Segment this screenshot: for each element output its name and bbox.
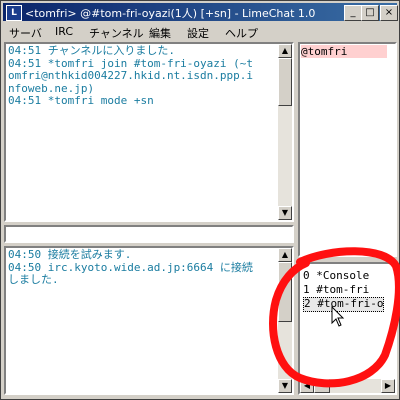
scroll-thumb[interactable]: [278, 58, 292, 106]
scroll-up-icon[interactable]: ▲: [278, 248, 292, 262]
log-line: omfri@nthkid004227.hkid.nt.isdn.ppp.i: [8, 69, 254, 82]
scroll-down-icon[interactable]: ▼: [278, 379, 292, 393]
limechat-app-icon[interactable]: L: [6, 5, 22, 21]
console-log-scrollbar[interactable]: ▲ ▼: [278, 248, 292, 393]
scroll-thumb[interactable]: [278, 262, 292, 322]
channel-log-scrollbar[interactable]: ▲ ▼: [278, 44, 292, 220]
mouse-cursor-icon: [331, 306, 345, 327]
message-input-frame: [4, 225, 294, 243]
member-list-pane[interactable]: @tomfri: [298, 42, 397, 257]
channel-list-hscrollbar[interactable]: ◀ ▶: [300, 379, 395, 393]
console-log: 04:50 接続を試みます. 04:50 irc.kyoto.wide.ad.j…: [6, 248, 292, 288]
log-line: 04:51 チャンネルに入りました.: [8, 44, 176, 57]
menu-help[interactable]: ヘルプ: [225, 25, 258, 41]
scroll-down-icon[interactable]: ▼: [278, 206, 292, 220]
window-title: <tomfri> @#tom-fri-oyazi(1人) [+sn] - Lim…: [25, 7, 316, 20]
app-window: L <tomfri> @#tom-fri-oyazi(1人) [+sn] - L…: [0, 0, 400, 400]
channel-log-pane[interactable]: 04:51 チャンネルに入りました. 04:51 *tomfri join #t…: [4, 42, 294, 222]
maximize-button[interactable]: □: [361, 5, 379, 21]
title-bar[interactable]: L <tomfri> @#tom-fri-oyazi(1人) [+sn] - L…: [3, 3, 398, 21]
scroll-right-icon[interactable]: ▶: [381, 379, 395, 393]
scroll-thumb[interactable]: [314, 379, 330, 393]
log-line: しました.: [8, 273, 59, 286]
log-line: 04:51 *tomfri mode +sn: [8, 94, 154, 107]
menu-irc[interactable]: IRC: [55, 25, 73, 38]
close-button[interactable]: ×: [380, 5, 398, 21]
scroll-up-icon[interactable]: ▲: [278, 44, 292, 58]
menu-settings[interactable]: 設定: [187, 25, 209, 41]
minimize-button[interactable]: _: [344, 5, 362, 21]
menu-edit[interactable]: 編集: [149, 25, 171, 41]
channel-list-pane[interactable]: 0 *Console 1 #tom-fri 2 #tom-fri-o ◀ ▶: [298, 262, 397, 395]
menu-channel[interactable]: チャンネル: [89, 25, 144, 41]
scroll-left-icon[interactable]: ◀: [300, 379, 314, 393]
channel-item-console[interactable]: 0 *Console: [303, 269, 369, 283]
message-input[interactable]: [6, 227, 292, 241]
menu-server[interactable]: サーバ: [9, 25, 42, 41]
menu-bar: サーバ IRC チャンネル 編集 設定 ヘルプ: [3, 22, 397, 40]
console-log-pane[interactable]: 04:50 接続を試みます. 04:50 irc.kyoto.wide.ad.j…: [4, 246, 294, 395]
log-line: 04:50 接続を試みます.: [8, 248, 132, 261]
channel-item-tom-fri[interactable]: 1 #tom-fri: [303, 283, 369, 297]
channel-log: 04:51 チャンネルに入りました. 04:51 *tomfri join #t…: [6, 44, 292, 109]
member-item[interactable]: @tomfri: [301, 45, 387, 58]
